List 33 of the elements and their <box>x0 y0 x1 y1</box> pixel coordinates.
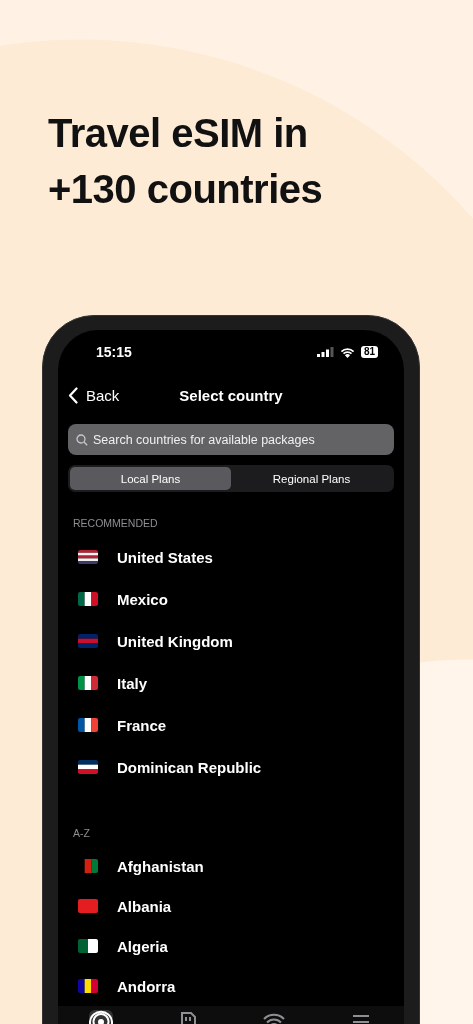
battery-level: 81 <box>360 346 378 358</box>
plan-tab[interactable]: Regional Plans <box>231 467 392 490</box>
country-name[interactable]: Italy <box>117 674 147 692</box>
plan-tab[interactable]: Local Plans <box>70 467 231 490</box>
section-heading: RECOMMENDED <box>73 516 159 530</box>
flag-icon <box>78 592 98 606</box>
chevron-left-icon <box>68 386 78 404</box>
country-name[interactable]: Dominican Republic <box>117 758 262 776</box>
flag-icon <box>78 899 98 913</box>
flag-icon <box>78 939 98 953</box>
flag-icon <box>78 550 98 564</box>
back-button[interactable]: Back <box>58 386 120 404</box>
headline: Travel eSIM in +130 countries <box>48 110 324 213</box>
wifi-icon <box>339 346 355 358</box>
signal-icon <box>316 347 334 357</box>
flag-icon <box>78 634 98 648</box>
country-name[interactable]: Afghanistan <box>117 857 204 875</box>
flag-icon <box>78 979 98 993</box>
status-time: 15:15 <box>96 344 132 360</box>
country-name[interactable]: Algeria <box>117 937 168 955</box>
country-name[interactable]: United States <box>117 548 213 566</box>
country-name[interactable]: Mexico <box>117 590 168 608</box>
search-field[interactable]: Search countries for available packages <box>68 424 394 455</box>
flag-icon <box>78 760 98 774</box>
flag-icon <box>78 676 98 690</box>
section-heading: A-Z <box>73 826 91 840</box>
country-name[interactable]: United Kingdom <box>117 632 233 650</box>
country-name[interactable]: Andorra <box>117 977 176 995</box>
country-name[interactable]: Albania <box>117 897 172 915</box>
search-icon <box>76 434 88 446</box>
country-name[interactable]: France <box>117 716 167 734</box>
screen-title: Select country <box>179 386 283 404</box>
flag-icon <box>78 718 98 732</box>
